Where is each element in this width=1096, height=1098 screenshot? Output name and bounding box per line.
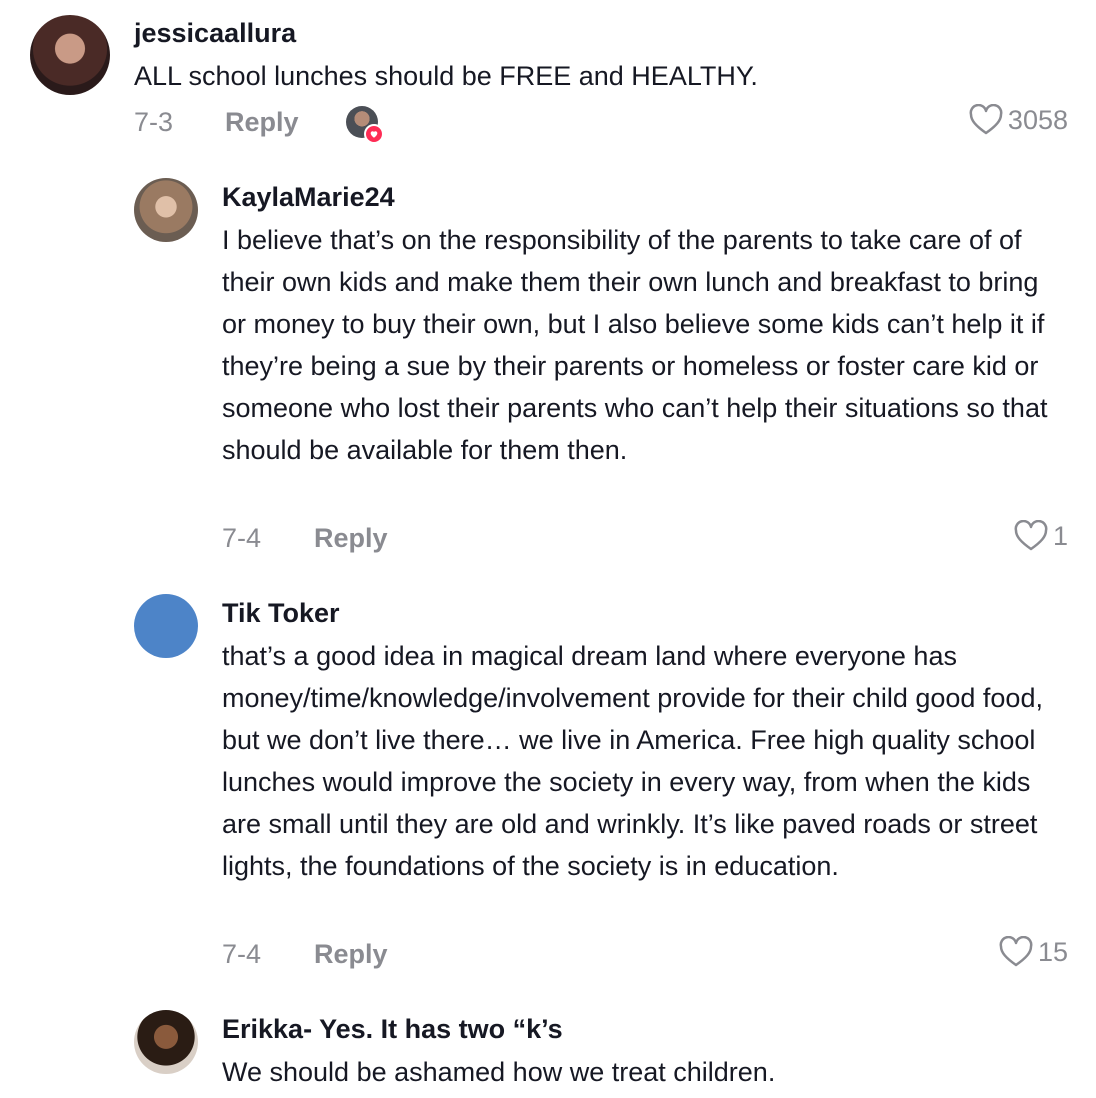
comment-username[interactable]: Erikka- Yes. It has two “k’s [222,1014,563,1045]
avatar[interactable] [30,15,110,95]
comment-text: We should be ashamed how we treat childr… [222,1057,776,1087]
heart-outline-icon [999,936,1033,967]
reply-button[interactable]: Reply [225,107,299,138]
like-count: 1 [1052,520,1068,551]
like-button[interactable]: 3058 [968,104,1068,136]
comment-date: 7-4 [222,523,262,553]
like-count: 15 [1037,936,1068,967]
comment-text: that’s a good idea in magical dream land… [222,641,1043,881]
reply-button[interactable]: Reply [314,939,388,970]
reply-button[interactable]: Reply [314,523,388,554]
comment-text: ALL school lunches should be FREE and HE… [134,61,758,91]
avatar[interactable] [134,1010,198,1074]
comment-date: 7-3 [134,107,174,137]
heart-filled-icon [364,124,384,144]
heart-outline-icon [1014,520,1048,551]
comment-text: I believe that’s on the responsibility o… [222,225,1048,465]
comment-username[interactable]: KaylaMarie24 [222,182,395,213]
avatar[interactable] [134,178,198,242]
avatar[interactable] [134,594,198,658]
heart-outline-icon [969,104,1003,135]
like-button[interactable]: 15 [998,936,1068,968]
like-count: 3058 [1007,104,1068,135]
comment-date: 7-4 [222,939,262,969]
like-button[interactable]: 1 [1013,520,1068,552]
comment-username[interactable]: jessicaallura [134,18,296,49]
comment-username[interactable]: Tik Toker [222,598,340,629]
